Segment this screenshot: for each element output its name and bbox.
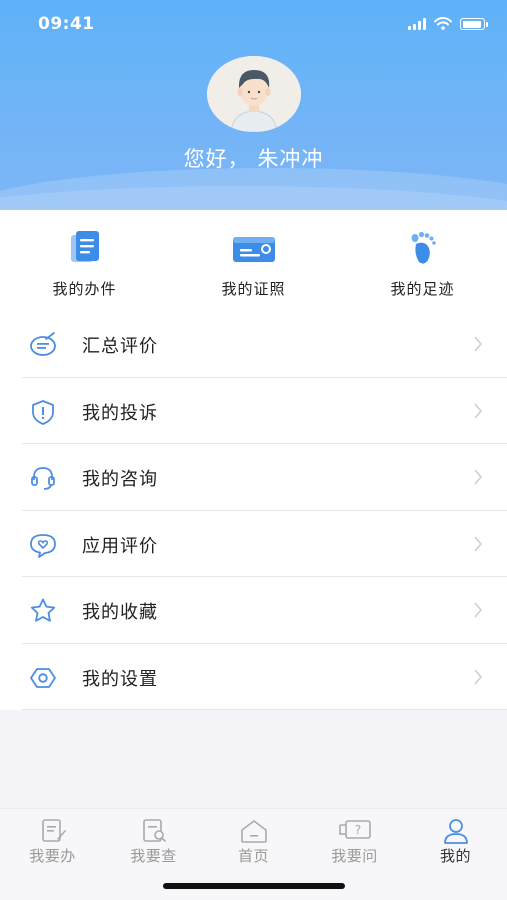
status-bar: 09:41 — [0, 0, 507, 50]
settings-menu: 汇总评价 我的投诉 我的咨询 应用评价 我的收藏 我的设置 — [0, 311, 507, 710]
avatar[interactable] — [207, 56, 301, 132]
heart-chat-icon — [30, 533, 56, 558]
greeting-text: 您好， 朱冲冲 — [183, 147, 324, 171]
menu-item-label: 我的咨询 — [82, 469, 158, 490]
tab-home[interactable]: 首页 — [203, 809, 304, 879]
chevron-right-icon — [474, 336, 483, 352]
menu-item-label: 我的收藏 — [82, 602, 158, 623]
rating-summary-icon — [30, 332, 56, 356]
menu-item-label: 我的投诉 — [82, 402, 158, 424]
profile-header: 09:41 您好， 朱冲冲 — [0, 0, 507, 210]
home-icon — [240, 820, 267, 843]
menu-item-my-favorites[interactable]: 我的收藏 — [0, 577, 507, 644]
user-icon — [443, 819, 468, 844]
quick-item-label: 我的办件 — [52, 280, 117, 298]
menu-item-label: 汇总评价 — [82, 336, 158, 357]
menu-item-my-consultations[interactable]: 我的咨询 — [0, 444, 507, 511]
signal-icon — [408, 18, 426, 30]
quick-item-my-footprint[interactable]: 我的足迹 — [338, 210, 507, 311]
quick-item-label: 我的证照 — [221, 280, 286, 298]
edit-doc-icon — [41, 819, 66, 842]
chevron-right-icon — [474, 602, 483, 618]
tab-ask[interactable]: ? 我要问 — [304, 809, 405, 879]
menu-item-summary-rating[interactable]: 汇总评价 — [0, 311, 507, 378]
wifi-icon — [434, 17, 452, 30]
footprint-icon — [411, 231, 436, 264]
tab-label: 首页 — [237, 847, 269, 865]
menu-item-label: 我的设置 — [82, 668, 158, 690]
menu-item-label: 应用评价 — [82, 535, 158, 557]
menu-item-app-rating[interactable]: 应用评价 — [0, 511, 507, 577]
tab-mine[interactable]: 我的 — [405, 809, 506, 879]
home-indicator — [163, 883, 345, 889]
headset-icon — [31, 467, 55, 490]
avatar-image — [207, 56, 301, 132]
status-time: 09:41 — [38, 14, 95, 34]
menu-item-my-complaints[interactable]: 我的投诉 — [0, 378, 507, 444]
battery-icon — [460, 18, 488, 30]
question-chat-icon: ? — [338, 820, 371, 839]
chevron-right-icon — [474, 668, 483, 685]
tab-query[interactable]: 我要查 — [103, 809, 204, 879]
chevron-right-icon — [474, 402, 483, 419]
menu-item-my-settings[interactable]: 我的设置 — [0, 644, 507, 710]
chevron-right-icon — [474, 469, 483, 485]
status-icons — [408, 17, 488, 30]
quick-item-label: 我的足迹 — [390, 280, 455, 298]
chevron-right-icon — [474, 535, 483, 552]
id-card-icon — [232, 237, 275, 262]
settings-hexagon-icon — [30, 667, 56, 688]
document-stack-icon — [70, 231, 99, 262]
tab-label: 我要问 — [331, 847, 378, 865]
search-doc-icon — [142, 819, 166, 842]
divider — [22, 709, 507, 710]
tab-handle[interactable]: 我要办 — [2, 809, 103, 879]
tab-label: 我的 — [439, 847, 471, 865]
star-icon — [30, 598, 56, 622]
quick-actions: 我的办件 我的证照 我的足迹 — [0, 210, 507, 311]
svg-text:?: ? — [354, 823, 360, 837]
tab-label: 我要办 — [29, 847, 76, 865]
quick-item-my-licenses[interactable]: 我的证照 — [169, 210, 338, 311]
quick-item-my-cases[interactable]: 我的办件 — [0, 210, 169, 311]
complaint-shield-icon — [32, 399, 54, 425]
tab-label: 我要查 — [130, 847, 177, 865]
